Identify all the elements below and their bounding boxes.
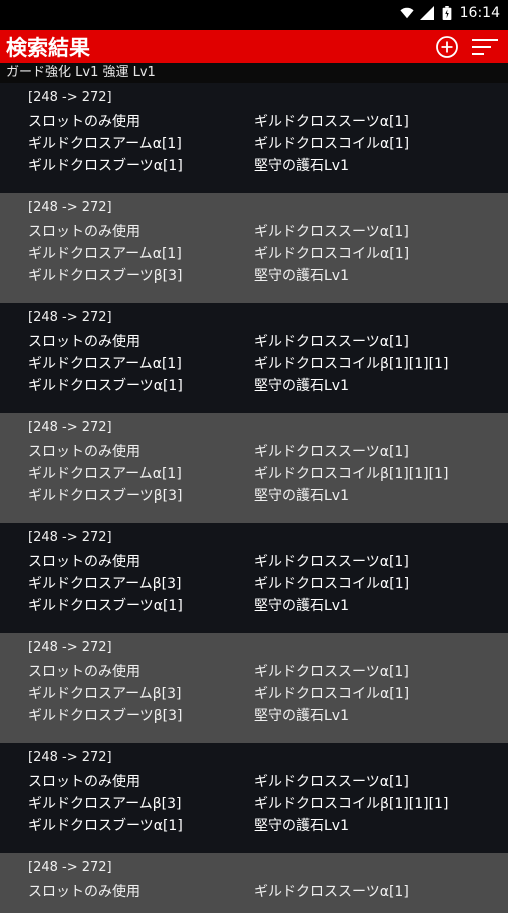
equipment-grid: スロットのみ使用 ギルドクロススーツα[1] ギルドクロスアームα[1] ギルドクロス… xyxy=(28,111,508,177)
equipment-item: ギルドクロスアームα[1] xyxy=(28,466,182,482)
equipment-item: ギルドクロススーツα[1] xyxy=(254,774,409,790)
equipment-item: ギルドクロススーツα[1] xyxy=(254,444,409,460)
results-list: [248 -> 272] スロットのみ使用 ギルドクロススーツα[1] ギルドクロスア… xyxy=(0,83,508,913)
result-item[interactable]: [248 -> 272] スロットのみ使用 ギルドクロススーツα[1] ギルドクロスア… xyxy=(0,413,508,523)
equipment-item: スロットのみ使用 xyxy=(28,224,140,240)
equipment-grid: スロットのみ使用 ギルドクロススーツα[1] ギルドクロスアームα[1] ギルドクロス… xyxy=(28,331,508,397)
equipment-item: スロットのみ使用 xyxy=(28,664,140,680)
result-item[interactable]: [248 -> 272] スロットのみ使用 ギルドクロススーツα[1] ギルドクロスア… xyxy=(0,193,508,303)
add-circle-icon xyxy=(436,35,458,58)
app-bar: 検索結果 xyxy=(0,30,508,63)
status-bar: 16:14 xyxy=(0,0,508,30)
equipment-grid: スロットのみ使用 ギルドクロススーツα[1] ギルドクロスアームα[1] ギルドクロス… xyxy=(28,221,508,287)
equipment-item: ギルドクロススーツα[1] xyxy=(254,334,409,350)
equipment-item: ギルドクロススーツα[1] xyxy=(254,114,409,130)
sort-button[interactable] xyxy=(468,32,502,62)
search-conditions: ガード強化 Lv1 強運 Lv1 xyxy=(0,63,508,83)
equipment-grid: スロットのみ使用 ギルドクロススーツα[1] ギルドクロスアームβ[3] ギルドクロス… xyxy=(28,551,508,617)
result-item[interactable]: [248 -> 272] スロットのみ使用 ギルドクロススーツα[1] ギルドクロスア… xyxy=(0,83,508,193)
equipment-item: ギルドクロスコイルα[1] xyxy=(254,686,410,702)
equipment-item: 堅守の護石Lv1 xyxy=(254,818,349,834)
equipment-item: 堅守の護石Lv1 xyxy=(254,378,349,394)
equipment-item: ギルドクロスコイルα[1] xyxy=(254,136,410,152)
status-icons: 16:14 xyxy=(400,5,500,21)
equipment-item: ギルドクロスコイルα[1] xyxy=(254,246,410,262)
score-range: [248 -> 272] xyxy=(28,640,112,655)
equipment-grid: スロットのみ使用 ギルドクロススーツα[1] ギルドクロスアームβ[3] ギルドクロス… xyxy=(28,661,508,727)
equipment-item: 堅守の護石Lv1 xyxy=(254,488,349,504)
score-range: [248 -> 272] xyxy=(28,200,112,215)
equipment-grid: スロットのみ使用 ギルドクロススーツα[1] ギルドクロスアームβ[3] ギルドクロス… xyxy=(28,771,508,837)
equipment-item: スロットのみ使用 xyxy=(28,554,140,570)
equipment-item: ギルドクロスアームα[1] xyxy=(28,246,182,262)
equipment-item: 堅守の護石Lv1 xyxy=(254,708,349,724)
score-range: [248 -> 272] xyxy=(28,90,112,105)
status-time: 16:14 xyxy=(459,5,500,21)
signal-icon xyxy=(419,6,434,20)
equipment-item: ギルドクロスブーツβ[3] xyxy=(28,488,183,504)
score-range: [248 -> 272] xyxy=(28,310,112,325)
equipment-item: スロットのみ使用 xyxy=(28,334,140,350)
equipment-item: ギルドクロスコイルβ[1][1][1] xyxy=(254,796,449,812)
equipment-item: ギルドクロススーツα[1] xyxy=(254,554,409,570)
equipment-item: スロットのみ使用 xyxy=(28,444,140,460)
equipment-item: ギルドクロスアームα[1] xyxy=(28,356,182,372)
equipment-item: ギルドクロスブーツα[1] xyxy=(28,378,183,394)
result-item[interactable]: [248 -> 272] スロットのみ使用 ギルドクロススーツα[1] ギルドクロスア… xyxy=(0,523,508,633)
equipment-item: ギルドクロスコイルα[1] xyxy=(254,576,410,592)
score-range: [248 -> 272] xyxy=(28,860,112,875)
result-item[interactable]: [248 -> 272] スロットのみ使用 ギルドクロススーツα[1] xyxy=(0,853,508,913)
equipment-item: 堅守の護石Lv1 xyxy=(254,598,349,614)
equipment-item: ギルドクロスアームβ[3] xyxy=(28,576,182,592)
equipment-item: 堅守の護石Lv1 xyxy=(254,158,349,174)
result-item[interactable]: [248 -> 272] スロットのみ使用 ギルドクロススーツα[1] ギルドクロスア… xyxy=(0,633,508,743)
add-button[interactable] xyxy=(430,32,464,62)
score-range: [248 -> 272] xyxy=(28,530,112,545)
equipment-item: ギルドクロススーツα[1] xyxy=(254,224,409,240)
equipment-item: ギルドクロスアームβ[3] xyxy=(28,686,182,702)
equipment-item: スロットのみ使用 xyxy=(28,114,140,130)
equipment-item: ギルドクロススーツα[1] xyxy=(254,664,409,680)
equipment-item: ギルドクロスブーツβ[3] xyxy=(28,268,183,284)
equipment-item: スロットのみ使用 xyxy=(28,774,140,790)
result-item[interactable]: [248 -> 272] スロットのみ使用 ギルドクロススーツα[1] ギルドクロスア… xyxy=(0,743,508,853)
equipment-item: ギルドクロスブーツα[1] xyxy=(28,818,183,834)
equipment-item: ギルドクロスブーツβ[3] xyxy=(28,708,183,724)
sort-icon xyxy=(472,38,498,55)
equipment-item: ギルドクロスコイルβ[1][1][1] xyxy=(254,466,449,482)
score-range: [248 -> 272] xyxy=(28,420,112,435)
score-range: [248 -> 272] xyxy=(28,750,112,765)
equipment-item: ギルドクロスコイルβ[1][1][1] xyxy=(254,356,449,372)
page-title: 検索結果 xyxy=(6,35,90,60)
equipment-item: ギルドクロスブーツα[1] xyxy=(28,158,183,174)
equipment-item: 堅守の護石Lv1 xyxy=(254,268,349,284)
equipment-item: ギルドクロスアームβ[3] xyxy=(28,796,182,812)
battery-icon xyxy=(442,6,452,20)
wifi-icon xyxy=(400,7,414,19)
equipment-grid: スロットのみ使用 ギルドクロススーツα[1] ギルドクロスアームα[1] ギルドクロス… xyxy=(28,441,508,507)
result-item[interactable]: [248 -> 272] スロットのみ使用 ギルドクロススーツα[1] ギルドクロスア… xyxy=(0,303,508,413)
equipment-item: ギルドクロスブーツα[1] xyxy=(28,598,183,614)
equipment-item: ギルドクロスアームα[1] xyxy=(28,136,182,152)
